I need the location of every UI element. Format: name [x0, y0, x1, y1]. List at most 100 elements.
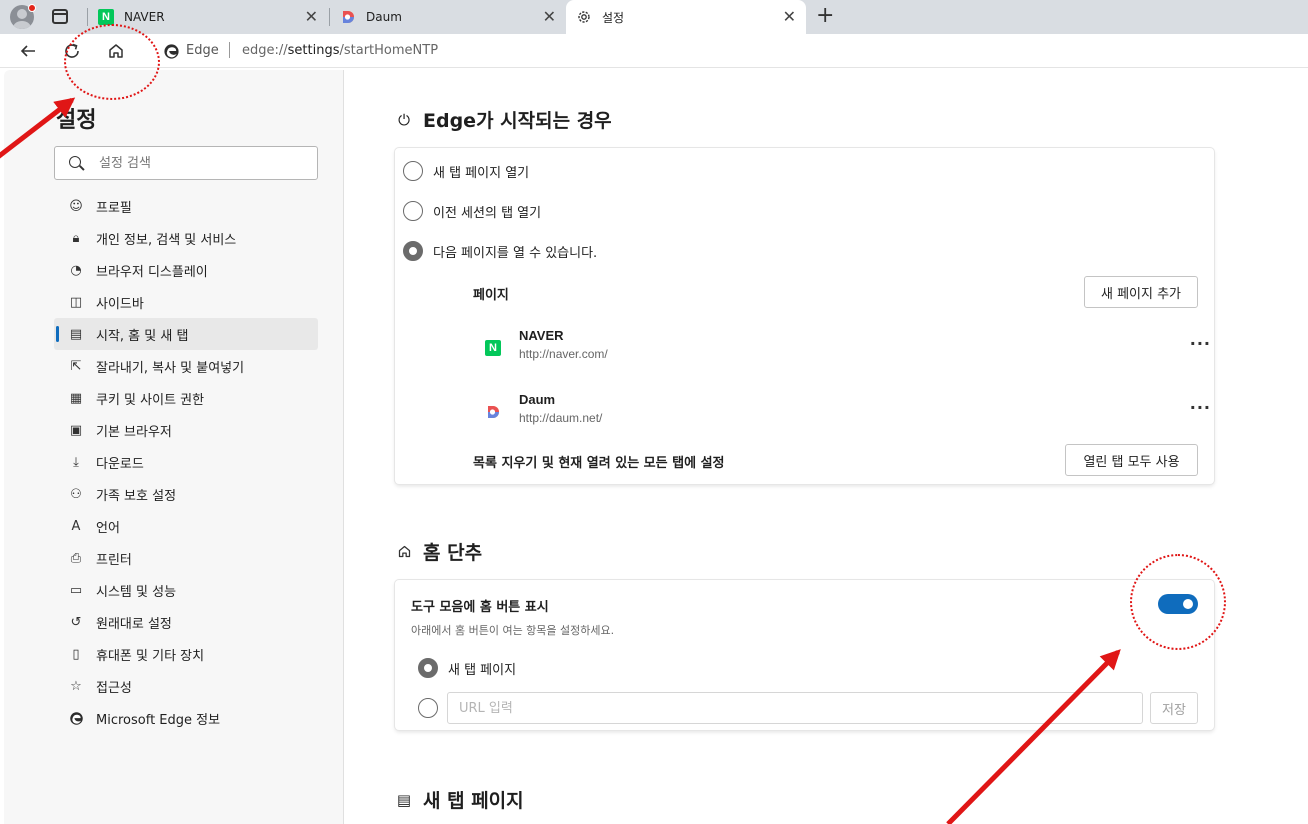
sidebar-item-accessibility[interactable]: ☆ 접근성: [54, 670, 318, 702]
sidebar-item-label: 사이드바: [96, 296, 144, 312]
radio-button[interactable]: [403, 161, 423, 181]
radio-open-pages[interactable]: 다음 페이지를 열 수 있습니다.: [403, 241, 597, 261]
sidebar-item-label: 쿠키 및 사이트 권한: [96, 392, 205, 408]
naver-favicon: N: [98, 9, 114, 25]
radio-new-tab[interactable]: 새 탭 페이지 열기: [403, 161, 529, 181]
sidebar-icon: ◫: [69, 294, 83, 310]
sidebar-item-phone[interactable]: ▯ 휴대폰 및 기타 장치: [54, 638, 318, 670]
home-tab-icon: ▤: [396, 790, 412, 809]
tab-strip: N NAVER ✕ Daum ✕ 설정 ✕ +: [0, 0, 1308, 34]
home-section-title: 홈 단추: [395, 538, 482, 565]
cookie-icon: ▦: [69, 390, 83, 406]
sidebar-item-privacy[interactable]: 🔒︎ 개인 정보, 검색 및 서비스: [54, 222, 318, 254]
page-url: http://naver.com/: [519, 347, 608, 361]
more-options-icon[interactable]: ···: [1190, 334, 1211, 353]
radio-button[interactable]: [418, 698, 438, 718]
address-divider: [229, 42, 230, 58]
close-icon[interactable]: ✕: [543, 9, 556, 25]
tab-settings[interactable]: 설정 ✕: [566, 0, 806, 34]
power-icon: ⏻: [398, 110, 410, 129]
page-name: Daum: [519, 392, 556, 407]
naver-favicon: N: [485, 340, 501, 356]
lock-icon: 🔒︎: [72, 230, 80, 246]
profile-icon: ☺: [69, 198, 83, 214]
sidebar-item-appearance[interactable]: ◔ 브라우저 디스플레이: [54, 254, 318, 286]
use-open-tabs-button[interactable]: 열린 탭 모두 사용: [1065, 444, 1198, 476]
share-icon: ⇱: [70, 358, 82, 374]
address-bar[interactable]: edge://settings/startHomeNTP: [242, 43, 438, 58]
home-toggle-label: 도구 모음에 홈 버튼 표시: [411, 600, 549, 615]
sidebar-item-label: 개인 정보, 검색 및 서비스: [96, 232, 237, 248]
radio-button-checked[interactable]: [418, 658, 438, 678]
new-tab-icon[interactable]: +: [816, 5, 834, 27]
sidebar-item-default-browser[interactable]: ▣ 기본 브라우저: [54, 414, 318, 446]
browser-icon: ▣: [69, 422, 83, 438]
reset-icon: ↺: [70, 614, 82, 630]
radio-previous-session[interactable]: 이전 세션의 탭 열기: [403, 201, 541, 221]
sidebar-item-printers[interactable]: ⎙ 프린터: [54, 542, 318, 574]
annotation-circle-home: [64, 24, 160, 100]
sidebar-item-cookies[interactable]: ▦ 쿠키 및 사이트 권한: [54, 382, 318, 414]
sidebar-item-downloads[interactable]: ⤓ 다운로드: [54, 446, 318, 478]
tab-actions-icon[interactable]: [52, 9, 68, 24]
edge-logo-icon: [68, 710, 84, 726]
site-identity-label[interactable]: Edge: [186, 43, 219, 58]
url-input[interactable]: [447, 692, 1143, 724]
radio-label: 다음 페이지를 열 수 있습니다.: [433, 245, 598, 261]
navigation-toolbar: Edge edge://settings/startHomeNTP: [0, 34, 1308, 68]
sidebar-item-label: 잘라내기, 복사 및 붙여넣기: [96, 360, 245, 376]
radio-button-checked[interactable]: [403, 241, 423, 261]
sidebar-item-language[interactable]: A 언어: [54, 510, 318, 542]
sidebar-item-label: 휴대폰 및 기타 장치: [96, 648, 205, 664]
sidebar-item-label: 다운로드: [96, 456, 144, 472]
sidebar-item-label: 원래대로 설정: [96, 616, 172, 632]
close-icon[interactable]: ✕: [305, 9, 318, 25]
radio-home-new-tab[interactable]: 새 탭 페이지: [418, 658, 516, 678]
back-icon[interactable]: [17, 40, 39, 62]
gear-icon: [578, 11, 590, 23]
daum-favicon: [343, 11, 354, 23]
sidebar-item-start-home-newtab[interactable]: ▤ 시작, 홈 및 새 탭: [54, 318, 318, 350]
add-page-button[interactable]: 새 페이지 추가: [1084, 276, 1198, 308]
page-entry-naver: N NAVER http://naver.com/ ···: [485, 328, 1210, 368]
page-url: http://daum.net/: [519, 411, 603, 425]
sidebar-item-clipboard[interactable]: ⇱ 잘라내기, 복사 및 붙여넣기: [54, 350, 318, 382]
search-icon: [69, 156, 81, 168]
page-name: NAVER: [519, 328, 564, 343]
clear-list-label: 목록 지우기 및 현재 열려 있는 모든 탭에 설정: [473, 456, 725, 471]
notification-dot: [28, 4, 36, 12]
sidebar-item-profile[interactable]: ☺ 프로필: [54, 190, 318, 222]
section-title-text: Edge가 시작되는 경우: [423, 110, 612, 132]
tab-daum[interactable]: Daum ✕: [330, 0, 566, 34]
radio-label: 새 탭 페이지: [448, 662, 517, 678]
close-icon[interactable]: ✕: [783, 9, 796, 25]
tab-title: NAVER: [124, 10, 165, 24]
sidebar-item-about[interactable]: Microsoft Edge 정보: [54, 702, 318, 734]
home-button-card: 도구 모음에 홈 버튼 표시 아래에서 홈 버튼이 여는 항목을 설정하세요. …: [395, 580, 1214, 730]
language-icon: A: [71, 518, 81, 534]
startup-card: 새 탭 페이지 열기 이전 세션의 탭 열기 다음 페이지를 열 수 있습니다.…: [395, 148, 1214, 484]
tab-title: Daum: [366, 10, 402, 24]
sidebar-item-family[interactable]: ⚇ 가족 보호 설정: [54, 478, 318, 510]
sidebar-item-label: 브라우저 디스플레이: [96, 264, 208, 280]
sidebar-item-label: 언어: [96, 520, 120, 536]
sidebar-item-label: 가족 보호 설정: [96, 488, 177, 504]
radio-home-url[interactable]: [418, 698, 448, 718]
sidebar-item-reset[interactable]: ↺ 원래대로 설정: [54, 606, 318, 638]
radio-button[interactable]: [403, 201, 423, 221]
more-options-icon[interactable]: ···: [1190, 398, 1211, 417]
home-tab-icon: ▤: [69, 326, 83, 342]
sidebar-item-label: 시작, 홈 및 새 탭: [96, 328, 189, 344]
save-button[interactable]: 저장: [1150, 692, 1198, 724]
search-input[interactable]: [99, 153, 299, 173]
settings-nav: ☺ 프로필 🔒︎ 개인 정보, 검색 및 서비스 ◔ 브라우저 디스플레이 ◫ 사이드바…: [54, 190, 318, 734]
sidebar-item-sidebar[interactable]: ◫ 사이드바: [54, 286, 318, 318]
sidebar-item-system[interactable]: ▭ 시스템 및 성능: [54, 574, 318, 606]
url-scheme: edge://: [242, 43, 288, 58]
newtab-section-title: ▤ 새 탭 페이지: [395, 786, 524, 813]
sidebar-item-label: 시스템 및 성능: [96, 584, 177, 600]
phone-icon: ▯: [72, 646, 80, 662]
home-icon: [395, 543, 413, 561]
download-icon: ⤓: [73, 454, 79, 470]
settings-search[interactable]: [54, 146, 318, 180]
